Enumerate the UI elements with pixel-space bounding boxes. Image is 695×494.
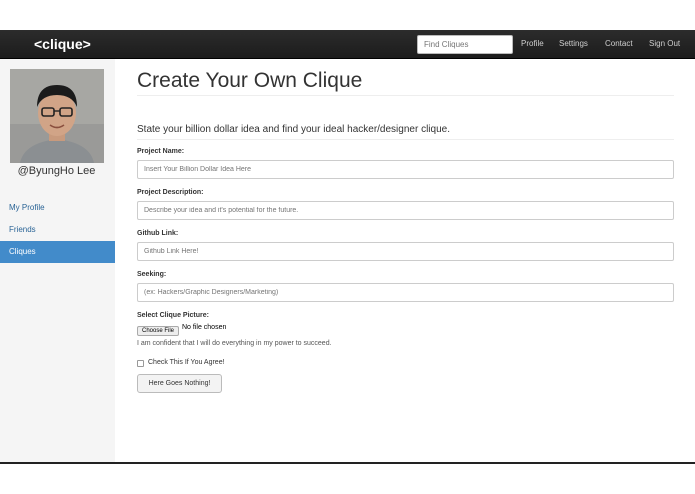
choose-file-button[interactable]: Choose File: [137, 326, 180, 336]
sidebar-item-cliques[interactable]: Cliques: [0, 241, 115, 263]
project-description-label: Project Description:: [137, 189, 204, 196]
agree-checkbox-label[interactable]: Check This If You Agree!: [148, 359, 225, 366]
sidebar-item-friends[interactable]: Friends: [0, 219, 115, 241]
subtitle-divider: [137, 139, 674, 140]
nav-profile-link[interactable]: Profile: [521, 39, 544, 48]
agree-checkbox[interactable]: [137, 360, 144, 367]
nav-settings-link[interactable]: Settings: [559, 39, 588, 48]
find-cliques-input[interactable]: [417, 35, 513, 54]
nav-links: Profile Settings Contact Sign Out: [521, 39, 695, 51]
seeking-input[interactable]: [137, 283, 674, 302]
project-description-input[interactable]: [137, 201, 674, 220]
project-name-label: Project Name:: [137, 148, 185, 155]
profile-photo-icon: [10, 69, 104, 163]
submit-button[interactable]: Here Goes Nothing!: [137, 374, 222, 393]
page-title: Create Your Own Clique: [137, 69, 363, 92]
clique-picture-label: Select Clique Picture:: [137, 312, 209, 319]
footer-divider: [0, 462, 695, 464]
project-name-input[interactable]: [137, 160, 674, 179]
file-status: No file chosen: [182, 324, 227, 331]
github-link-input[interactable]: [137, 242, 674, 261]
avatar: [10, 69, 104, 163]
form-subtitle: State your billion dollar idea and find …: [137, 124, 450, 135]
navbar: <clique> Profile Settings Contact Sign O…: [0, 30, 695, 59]
brand-logo[interactable]: <clique>: [34, 36, 91, 52]
nav-contact-link[interactable]: Contact: [605, 39, 633, 48]
github-link-label: Github Link:: [137, 230, 179, 237]
seeking-label: Seeking:: [137, 271, 167, 278]
title-divider: [137, 95, 674, 96]
sidebar-item-my-profile[interactable]: My Profile: [0, 197, 115, 219]
username: @ByungHo Lee: [17, 165, 96, 177]
sidebar: @ByungHo Lee My Profile Friends Cliques: [0, 59, 115, 462]
help-text: I am confident that I will do everything…: [137, 340, 332, 347]
nav-sign-out-link[interactable]: Sign Out: [649, 39, 680, 48]
